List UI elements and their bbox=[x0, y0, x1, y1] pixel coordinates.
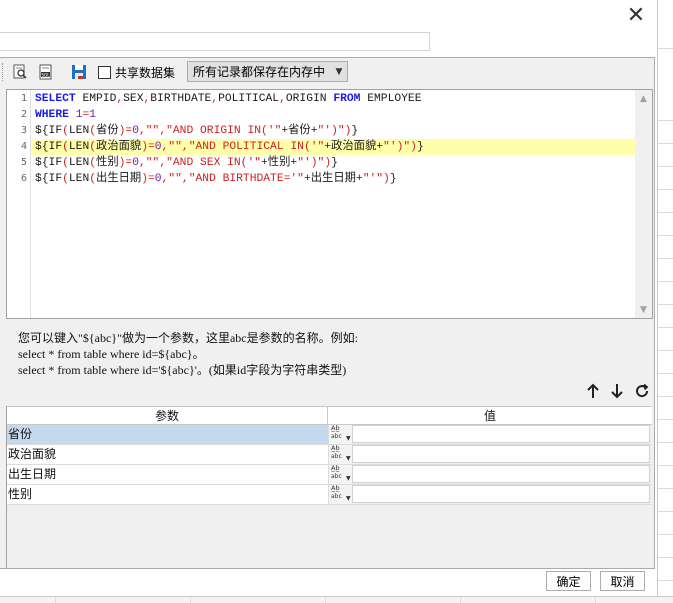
table-header: 参数 值 bbox=[7, 406, 652, 425]
share-dataset-label: 共享数据集 bbox=[115, 66, 176, 80]
table-row[interactable]: 政治面貌 A̲b̲ abc ▼ bbox=[7, 445, 652, 465]
param-value-input[interactable] bbox=[352, 425, 650, 443]
help-line-2: select * from table where id=${abc}。 bbox=[18, 347, 205, 361]
chevron-down-icon[interactable]: ▼ bbox=[330, 62, 347, 81]
arrow-up-icon[interactable] bbox=[584, 382, 602, 400]
string-type-icon[interactable]: A̲b̲ abc ▼ bbox=[328, 485, 352, 504]
help-line-3: select * from table where id='${abc}'。(如… bbox=[18, 363, 347, 377]
toolbar-grip bbox=[2, 63, 4, 81]
table-row[interactable]: 性别 A̲b̲ abc ▼ bbox=[7, 485, 652, 505]
line-number: 1 bbox=[20, 93, 27, 104]
table-row[interactable]: 出生日期 A̲b̲ abc ▼ bbox=[7, 465, 652, 485]
share-dataset-checkbox[interactable]: 共享数据集 bbox=[98, 64, 175, 81]
svg-text:SQL: SQL bbox=[41, 72, 50, 77]
param-value-input[interactable] bbox=[352, 485, 650, 503]
close-icon[interactable]: ✕ bbox=[622, 2, 650, 28]
save-icon[interactable] bbox=[70, 63, 88, 81]
checkbox-box[interactable] bbox=[98, 66, 111, 79]
sql-toolbar: SQL 共享数据集 所有记录都保存在内存中 ▼ bbox=[0, 58, 654, 86]
editor-scrollbar[interactable]: ▲ ▼ bbox=[635, 90, 652, 318]
param-value-input[interactable] bbox=[352, 465, 650, 483]
scroll-down-icon[interactable]: ▼ bbox=[635, 301, 652, 318]
parameter-table: 参数 值 省份 A̲b̲ abc ▼ 政治面貌 A̲b̲ abc ▼ 出生日期 … bbox=[6, 406, 652, 568]
line-number: 4 bbox=[20, 141, 27, 152]
parameter-help-text: 您可以键入"${abc}"做为一个参数，这里abc是参数的名称。例如: sele… bbox=[18, 330, 618, 378]
sql-icon[interactable]: SQL bbox=[37, 63, 55, 81]
param-name[interactable]: 性别 bbox=[7, 485, 328, 504]
arrow-down-icon[interactable] bbox=[608, 382, 626, 400]
param-name[interactable]: 政治面貌 bbox=[7, 445, 328, 464]
background-sheet-strip bbox=[0, 596, 673, 603]
header-value[interactable]: 值 bbox=[328, 407, 652, 425]
code-line-3[interactable]: ${IF(LEN(省份)=0,"","AND ORIGIN IN('"+省份+"… bbox=[31, 123, 636, 139]
string-type-icon[interactable]: A̲b̲ abc ▼ bbox=[328, 425, 352, 444]
refresh-icon[interactable] bbox=[633, 382, 651, 400]
code-line-2[interactable]: WHERE 1=1 bbox=[31, 107, 636, 123]
code-line-1[interactable]: SELECT EMPID,SEX,BIRTHDATE,POLITICAL,ORI… bbox=[31, 91, 636, 107]
code-line-6[interactable]: ${IF(LEN(出生日期)=0,"","AND BIRTHDATE='"+出生… bbox=[31, 171, 636, 187]
line-number: 5 bbox=[20, 157, 27, 168]
find-replace-icon[interactable] bbox=[11, 63, 29, 81]
param-name[interactable]: 省份 bbox=[7, 425, 328, 444]
string-type-icon[interactable]: A̲b̲ abc ▼ bbox=[328, 445, 352, 464]
cache-mode-select[interactable]: 所有记录都保存在内存中 ▼ bbox=[187, 61, 348, 82]
sql-editor[interactable]: 1 2 3 4 5 6 SELECT EMPID,SEX,BIRTHDATE,P… bbox=[6, 89, 653, 319]
help-line-1: 您可以键入"${abc}"做为一个参数，这里abc是参数的名称。例如: bbox=[18, 331, 358, 345]
background-spreadsheet bbox=[657, 0, 673, 603]
dataset-dialog: ✕ SQL 共享数据集 所有记录都保存在内存中 ▼ 1 2 3 4 5 6 SE… bbox=[0, 0, 657, 596]
cache-mode-value: 所有记录都保存在内存中 bbox=[193, 65, 326, 79]
line-number: 3 bbox=[20, 125, 27, 136]
line-number-gutter: 1 2 3 4 5 6 bbox=[7, 90, 31, 318]
ok-button[interactable]: 确定 bbox=[546, 571, 591, 591]
header-parameter[interactable]: 参数 bbox=[7, 407, 328, 425]
sql-panel: SQL 共享数据集 所有记录都保存在内存中 ▼ 1 2 3 4 5 6 SELE… bbox=[0, 57, 655, 569]
scroll-up-icon[interactable]: ▲ bbox=[635, 90, 652, 107]
table-row[interactable]: 省份 A̲b̲ abc ▼ bbox=[7, 425, 652, 445]
string-type-icon[interactable]: A̲b̲ abc ▼ bbox=[328, 465, 352, 484]
dataset-name-input[interactable] bbox=[0, 32, 430, 51]
param-value-input[interactable] bbox=[352, 445, 650, 463]
code-line-5[interactable]: ${IF(LEN(性别)=0,"","AND SEX IN('"+性别+"')"… bbox=[31, 155, 636, 171]
code-line-4[interactable]: ${IF(LEN(政治面貌)=0,"","AND POLITICAL IN('"… bbox=[31, 139, 636, 155]
param-name[interactable]: 出生日期 bbox=[7, 465, 328, 484]
line-number: 2 bbox=[20, 109, 27, 120]
line-number: 6 bbox=[20, 173, 27, 184]
cancel-button[interactable]: 取消 bbox=[600, 571, 645, 591]
